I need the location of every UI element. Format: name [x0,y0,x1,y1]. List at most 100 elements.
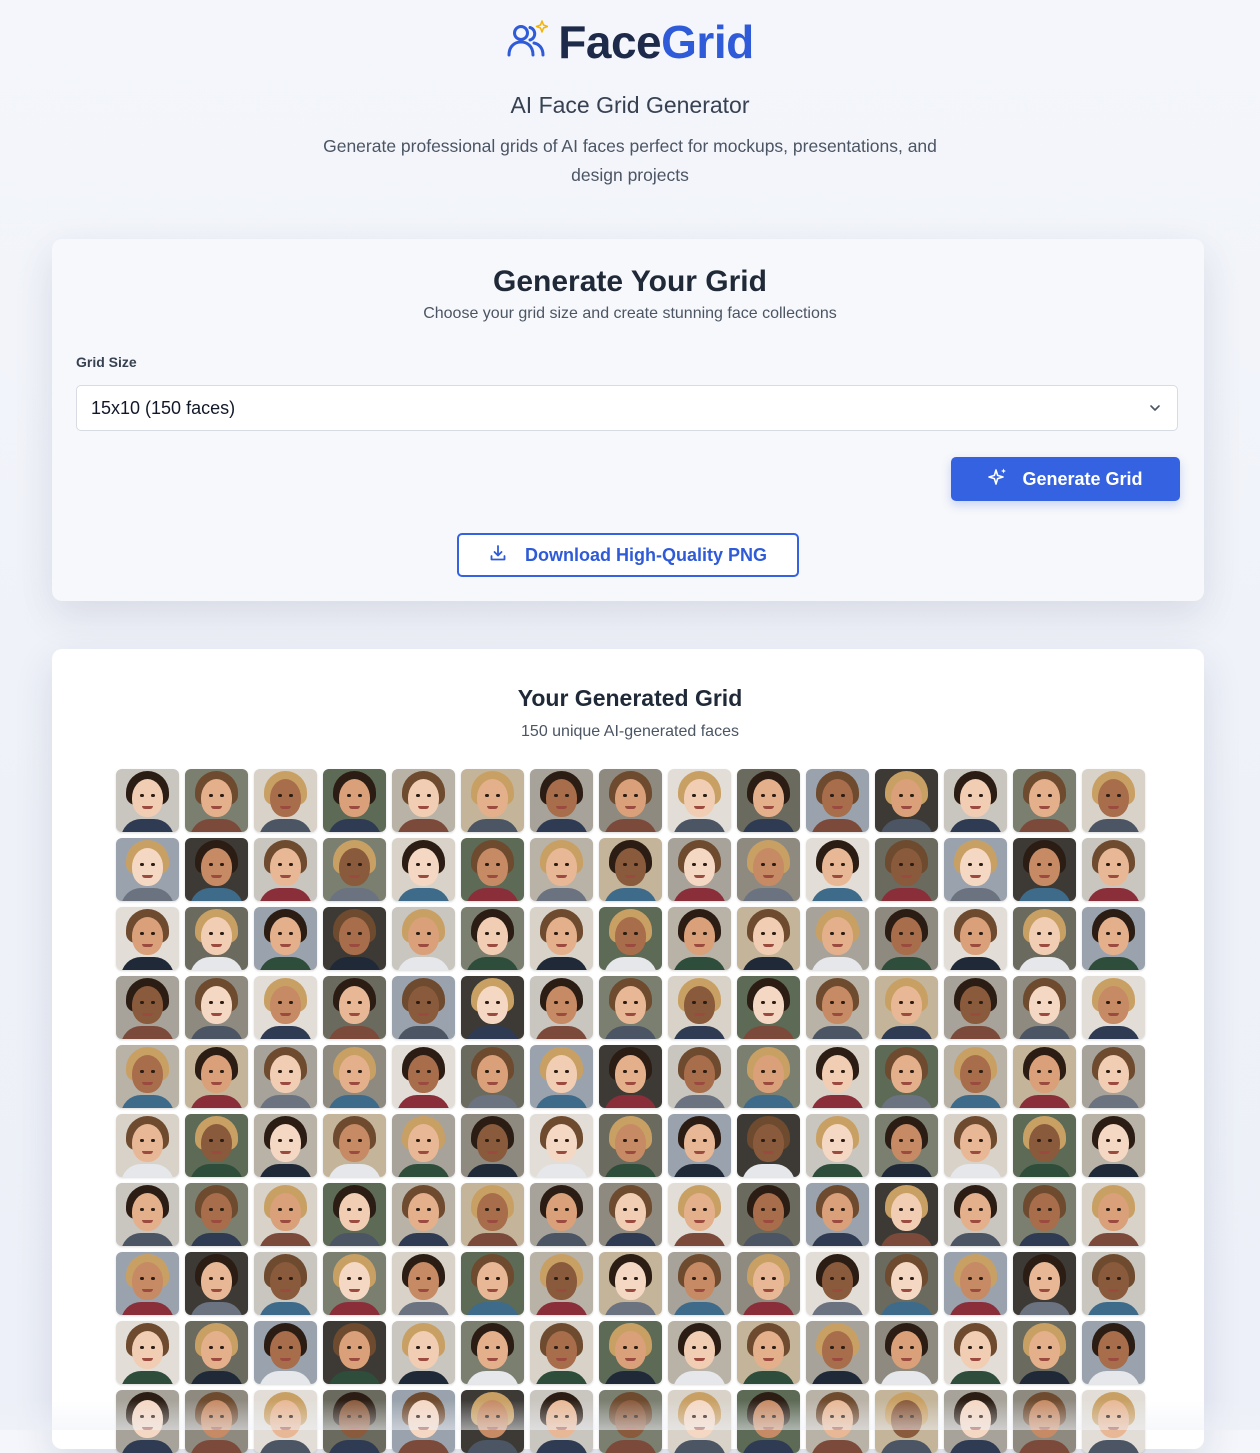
face-thumbnail [461,1321,524,1384]
face-thumbnail [668,838,731,901]
face-thumbnail [1082,769,1145,832]
face-thumbnail [116,1045,179,1108]
face-thumbnail [1082,838,1145,901]
page-description: Generate professional grids of AI faces … [323,136,937,185]
face-thumbnail [185,907,248,970]
face-thumbnail [599,1252,662,1315]
face-thumbnail [461,1183,524,1246]
face-thumbnail [461,1045,524,1108]
face-thumbnail [392,838,455,901]
face-thumbnail [461,838,524,901]
face-thumbnail [254,769,317,832]
face-thumbnail [737,1252,800,1315]
face-thumbnail [254,1252,317,1315]
download-png-label: Download High-Quality PNG [525,544,767,565]
face-thumbnail [254,838,317,901]
face-thumbnail [599,769,662,832]
face-thumbnail [323,1252,386,1315]
face-thumbnail [599,1390,662,1453]
face-thumbnail [323,1045,386,1108]
face-thumbnail [530,1114,593,1177]
face-thumbnail [944,1045,1007,1108]
face-thumbnail [530,769,593,832]
face-thumbnail [944,1114,1007,1177]
face-thumbnail [599,1045,662,1108]
face-thumbnail [392,907,455,970]
face-thumbnail [875,1183,938,1246]
face-thumbnail [254,1390,317,1453]
face-thumbnail [875,907,938,970]
page-subtitle: AI Face Grid Generator [510,92,750,118]
face-thumbnail [599,1321,662,1384]
face-thumbnail [185,1390,248,1453]
face-thumbnail [806,1252,869,1315]
face-thumbnail [254,976,317,1039]
face-thumbnail [806,1390,869,1453]
brand-logo[interactable]: FaceGrid [0,14,1260,70]
face-thumbnail [116,1252,179,1315]
face-thumbnail [185,1252,248,1315]
face-thumbnail [599,838,662,901]
face-thumbnail [668,1045,731,1108]
face-thumbnail [392,1114,455,1177]
face-thumbnail [1082,1114,1145,1177]
face-thumbnail [806,1321,869,1384]
face-grid [116,769,1145,1453]
face-thumbnail [1013,1390,1076,1453]
face-thumbnail [323,1390,386,1453]
face-thumbnail [806,1183,869,1246]
face-thumbnail [1082,1321,1145,1384]
face-thumbnail [116,769,179,832]
download-png-button[interactable]: Download High-Quality PNG [457,533,799,577]
grid-size-label: Grid Size [76,354,137,370]
face-thumbnail [944,1252,1007,1315]
face-thumbnail [806,907,869,970]
face-thumbnail [668,1252,731,1315]
face-thumbnail [737,1045,800,1108]
generate-grid-button[interactable]: Generate Grid [951,457,1180,501]
face-thumbnail [944,1390,1007,1453]
face-thumbnail [185,976,248,1039]
face-thumbnail [668,769,731,832]
face-thumbnail [1013,769,1076,832]
face-thumbnail [185,1114,248,1177]
face-thumbnail [737,1183,800,1246]
face-thumbnail [116,1114,179,1177]
face-thumbnail [392,976,455,1039]
face-thumbnail [875,1045,938,1108]
face-thumbnail [806,838,869,901]
face-thumbnail [185,1183,248,1246]
face-thumbnail [1082,1045,1145,1108]
face-thumbnail [599,907,662,970]
face-thumbnail [392,1045,455,1108]
face-thumbnail [875,1114,938,1177]
face-thumbnail [944,838,1007,901]
face-thumbnail [323,1321,386,1384]
sparkles-icon [988,467,1008,492]
face-thumbnail [806,1045,869,1108]
face-thumbnail [392,1390,455,1453]
face-thumbnail [1082,907,1145,970]
face-thumbnail [530,1252,593,1315]
face-thumbnail [323,976,386,1039]
face-thumbnail [875,769,938,832]
face-thumbnail [323,838,386,901]
face-thumbnail [530,1045,593,1108]
face-thumbnail [392,769,455,832]
face-thumbnail [392,1321,455,1384]
face-thumbnail [599,1114,662,1177]
face-thumbnail [530,838,593,901]
face-thumbnail [737,907,800,970]
face-thumbnail [254,1321,317,1384]
face-thumbnail [1013,1114,1076,1177]
face-thumbnail [323,907,386,970]
grid-size-select[interactable]: 15x10 (150 faces) [76,385,1178,431]
face-thumbnail [530,907,593,970]
users-sparkle-icon [506,19,549,66]
face-thumbnail [1013,1252,1076,1315]
face-thumbnail [806,1114,869,1177]
face-thumbnail [323,1183,386,1246]
face-thumbnail [461,976,524,1039]
face-thumbnail [944,1321,1007,1384]
face-thumbnail [944,1183,1007,1246]
